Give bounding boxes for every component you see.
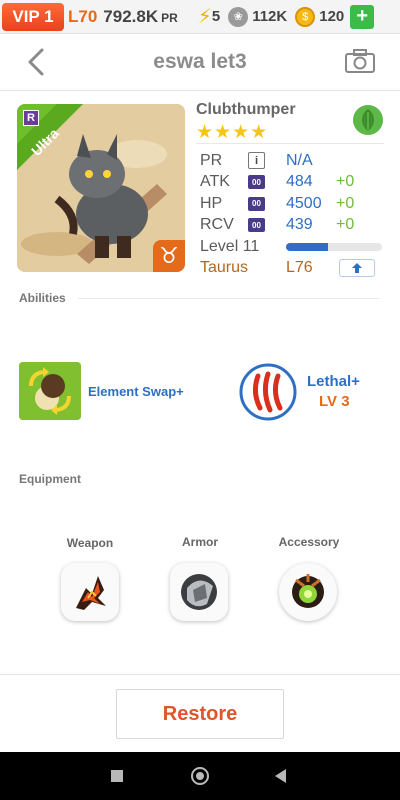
upgrade-button[interactable] [338,259,375,278]
player-level: L70 [68,6,98,26]
camera-icon[interactable] [344,48,376,74]
energy-count: 5 [211,8,221,25]
stat-row-level: Level 11 [200,236,384,258]
lethal-ability-icon[interactable] [238,362,298,422]
top-status-bar: VIP 1 L70 792.8K PR ⚡ 5 ❀ 112K $ 120 + [0,0,400,34]
rarity-icon: R [23,110,39,126]
element-swap-ability-icon[interactable] [19,362,81,420]
accessory-icon [292,574,324,608]
back-arrow-icon[interactable] [22,44,52,80]
pet-name: Clubthumper [196,101,296,118]
food-icon: ❀ [228,6,249,27]
page-title: eswa let3 [153,50,247,73]
food-count: 112K [252,8,288,25]
page-header: eswa let3 [0,34,400,90]
weapon-label: Weapon [66,536,114,550]
pet-portrait[interactable]: R Ultra ♉ [17,104,185,272]
hp-stat-icon: 00 [248,196,265,211]
equipment-label: Equipment [19,472,81,486]
stat-row-zodiac: Taurus L76 [200,258,384,280]
stat-label-pr: PR [200,151,223,169]
lethal-ability-level: LV 3 [319,393,350,410]
abilities-divider [78,298,380,299]
gold-icon: $ [295,6,316,27]
stat-label-rcv: RCV [200,216,234,234]
leaf-element-icon [353,105,383,135]
stats-divider [196,143,384,144]
stat-bonus-rcv: +0 [336,216,355,234]
armor-slot[interactable] [170,563,228,621]
level-progress-bar [286,242,382,251]
taurus-zodiac-icon: ♉ [153,240,185,272]
stat-value-rcv: 439 [286,216,313,234]
gold-count: 120 [319,8,345,25]
footer-divider [0,674,400,675]
pet-stats: PR i N/A ATK 00 484 +0 HP 00 4500 +0 RCV… [200,150,384,279]
energy-icon: ⚡ [197,6,212,28]
stat-label-hp: HP [200,194,223,212]
atk-stat-icon: 00 [248,175,265,190]
stat-row-atk: ATK 00 484 +0 [200,172,384,194]
accessory-label: Accessory [278,535,340,549]
back-nav-icon[interactable] [275,769,286,783]
recent-apps-icon[interactable] [111,770,123,782]
stat-bonus-atk: +0 [336,173,355,191]
stat-label-atk: ATK [200,173,230,191]
zodiac-level: L76 [286,259,313,277]
stat-bonus-hp: +0 [336,194,355,212]
vip-badge[interactable]: VIP 1 [2,2,64,31]
stat-row-hp: HP 00 4500 +0 [200,193,384,215]
stat-value-hp: 4500 [286,194,322,212]
up-arrow-icon [351,263,362,274]
home-icon[interactable] [191,767,209,785]
weapon-slot[interactable] [61,563,119,621]
element-swap-ability-name[interactable]: Element Swap+ [88,384,184,399]
player-pr-label: PR [161,10,178,25]
player-pr-value: 792.8K [103,6,159,26]
lethal-ability-name[interactable]: Lethal+ [307,373,360,390]
pet-stars: ★★★★ [196,122,269,143]
stat-row-rcv: RCV 00 439 +0 [200,215,384,237]
info-icon[interactable]: i [248,152,265,170]
stat-value-atk: 484 [286,173,313,191]
weapon-icon [76,576,106,610]
zodiac-label: Taurus [200,259,249,277]
header-divider [0,90,400,91]
add-currency-button[interactable]: + [350,4,375,29]
stat-value-pr: N/A [286,151,313,169]
accessory-slot[interactable] [279,563,337,621]
stat-label-level: Level 11 [200,237,260,255]
rcv-stat-icon: 00 [248,218,265,233]
stat-row-pr: PR i N/A [200,150,384,172]
armor-icon [181,574,217,610]
restore-button[interactable]: Restore [116,689,284,739]
level-progress-fill [286,242,329,251]
abilities-label: Abilities [19,291,66,305]
armor-label: Armor [181,535,218,549]
